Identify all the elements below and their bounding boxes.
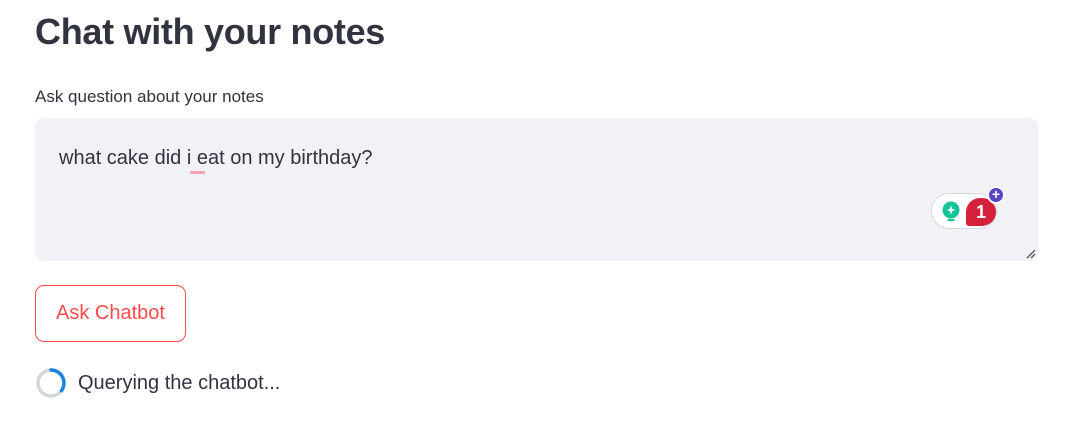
question-label: Ask question about your notes [35,87,264,106]
status-message: Querying the chatbot... [78,372,281,394]
question-text[interactable]: what cake did i eat on my birthday? [59,145,373,171]
question-textarea[interactable]: what cake did i eat on my birthday? 1 + [35,118,1038,261]
app-page: Chat with your notes Ask question about … [0,0,1073,423]
resize-handle-icon[interactable] [1024,247,1036,259]
grammar-plus-icon[interactable]: + [987,186,1005,204]
spellcheck-underline [190,171,205,174]
lightbulb-icon[interactable] [941,201,961,223]
page-title: Chat with your notes [35,11,386,52]
loading-spinner-icon [36,368,66,398]
grammar-assistant-widget[interactable]: 1 + [931,186,1005,229]
ask-chatbot-button[interactable]: Ask Chatbot [35,285,186,342]
